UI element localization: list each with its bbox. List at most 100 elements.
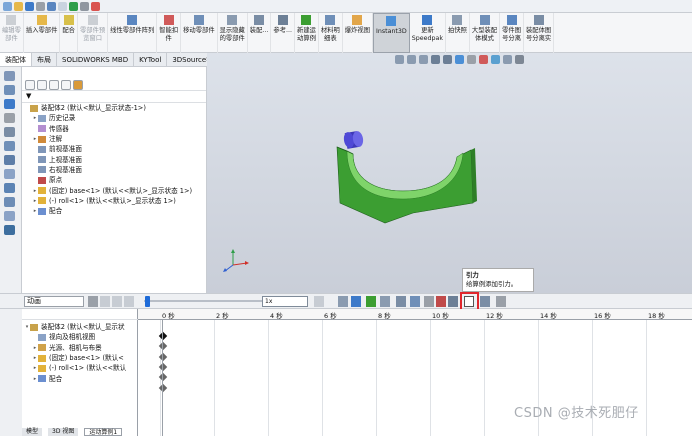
- select-icon[interactable]: [58, 1, 67, 11]
- stop-icon[interactable]: [124, 296, 134, 307]
- bottom-tab-2[interactable]: 运动算例1: [84, 428, 123, 436]
- study-type-select[interactable]: 动画: [24, 296, 84, 307]
- study-properties-icon[interactable]: [496, 296, 506, 307]
- zoom-area-icon[interactable]: [407, 55, 416, 64]
- ribbon-button-11[interactable]: 材料明 细表: [319, 13, 343, 53]
- model-viewport[interactable]: [207, 53, 692, 293]
- play-icon[interactable]: [112, 296, 122, 307]
- ribbon-button-14[interactable]: 更新 Speedpak: [410, 13, 447, 53]
- damper-icon[interactable]: [424, 296, 434, 307]
- results-plots-icon[interactable]: [480, 296, 490, 307]
- view-orientation-icon[interactable]: [443, 55, 452, 64]
- ribbon-button-16[interactable]: 大型装配 体模式: [470, 13, 501, 53]
- ribbon-button-15[interactable]: 拍快照: [446, 13, 470, 53]
- ribbon-button-1[interactable]: 插入零部件: [24, 13, 61, 53]
- bottom-tab-0[interactable]: 模型: [22, 428, 43, 436]
- graphics-area[interactable]: [207, 53, 692, 293]
- print-icon[interactable]: [36, 1, 45, 11]
- feature-filter[interactable]: ▼: [22, 91, 206, 103]
- view-settings-icon[interactable]: [503, 55, 512, 64]
- smart-dimension-icon[interactable]: [4, 71, 15, 81]
- monitor-icon[interactable]: [515, 55, 524, 64]
- motor-icon[interactable]: [396, 296, 406, 307]
- tab-3[interactable]: KYTool: [134, 53, 168, 66]
- ribbon-button-18[interactable]: 装配体图 号分离实: [524, 13, 555, 53]
- motion-icon[interactable]: [4, 197, 15, 207]
- hide-show-icon[interactable]: [467, 55, 476, 64]
- scenes-icon[interactable]: [491, 55, 500, 64]
- ribbon-button-10[interactable]: 新建运 动算例: [295, 13, 319, 53]
- display-manager-tab-icon[interactable]: [73, 80, 83, 90]
- tree-item[interactable]: 视向及相机视图: [22, 332, 137, 342]
- tree-item[interactable]: ▸ 注解: [22, 134, 206, 144]
- tree-item[interactable]: 上视基准面: [22, 154, 206, 164]
- tree-item[interactable]: ▸ 历史记录: [22, 113, 206, 123]
- tab-0[interactable]: 装配体: [0, 53, 32, 66]
- configuration-icon[interactable]: [4, 211, 15, 221]
- playback-mode-icon[interactable]: [314, 296, 324, 307]
- timeline-ruler[interactable]: 0 秒2 秒4 秒6 秒8 秒10 秒12 秒14 秒16 秒18 秒20 秒: [138, 309, 692, 320]
- mate-icon[interactable]: [4, 127, 15, 137]
- ribbon-button-5[interactable]: 智能扣 件: [157, 13, 182, 53]
- tab-1[interactable]: 布局: [32, 53, 57, 66]
- tree-item[interactable]: ▸ 配合: [22, 206, 206, 216]
- ribbon-button-3[interactable]: 零部件预 览窗口: [78, 13, 109, 53]
- ribbon-button-13[interactable]: Instant3D: [372, 13, 410, 53]
- ribbon-button-8[interactable]: 装配...: [248, 13, 272, 53]
- tree-item[interactable]: ▾ 装配体2 (默认<默认_显示状: [22, 322, 137, 332]
- roll-part[interactable]: [343, 130, 365, 149]
- previous-view-icon[interactable]: [419, 55, 428, 64]
- property-manager-tab-icon[interactable]: [37, 80, 47, 90]
- edit-appearance-icon[interactable]: [479, 55, 488, 64]
- tree-item[interactable]: 装配体2 (默认<默认_显示状态-1>): [22, 103, 206, 113]
- tree-item[interactable]: 右视基准面: [22, 165, 206, 175]
- open-icon[interactable]: [14, 1, 23, 11]
- features-icon[interactable]: [4, 99, 15, 109]
- assembly-icon[interactable]: [4, 113, 15, 123]
- help-icon[interactable]: [91, 1, 100, 11]
- undo-icon[interactable]: [47, 1, 56, 11]
- feature-tree-tab-icon[interactable]: [25, 80, 35, 90]
- routing-icon[interactable]: [4, 183, 15, 193]
- force-icon[interactable]: [436, 296, 446, 307]
- ribbon-button-17[interactable]: 零件图 号分离: [500, 13, 524, 53]
- save-animation-icon[interactable]: [338, 296, 348, 307]
- filter-icon[interactable]: ▼: [26, 92, 31, 100]
- playback-speed-select[interactable]: 1x: [262, 296, 308, 307]
- calculate-icon[interactable]: [88, 296, 98, 307]
- section-view-icon[interactable]: [431, 55, 440, 64]
- tree-item[interactable]: ▸ (固定) base<1> (默认<: [22, 353, 137, 363]
- add-key-icon[interactable]: [380, 296, 390, 307]
- playback-slider-thumb[interactable]: [145, 296, 150, 307]
- tab-2[interactable]: SOLIDWORKS MBD: [57, 53, 135, 66]
- ribbon-button-2[interactable]: 配合: [60, 13, 78, 53]
- ribbon-button-4[interactable]: 线性零部件阵列: [108, 13, 158, 53]
- zoom-to-fit-icon[interactable]: [395, 55, 404, 64]
- bottom-tab-1[interactable]: 3D 视图: [48, 428, 79, 436]
- play-from-start-icon[interactable]: [100, 296, 110, 307]
- ribbon-button-7[interactable]: 显示隐藏 的零部件: [218, 13, 248, 53]
- tree-item[interactable]: 传感器: [22, 124, 206, 134]
- playback-slider[interactable]: [144, 300, 262, 302]
- tree-item[interactable]: ▸ (-) roll<1> (默认<<默认>_显示状态 1>): [22, 196, 206, 206]
- rebuild-icon[interactable]: [69, 1, 78, 11]
- tree-item[interactable]: 前视基准面: [22, 144, 206, 154]
- simulation-icon[interactable]: [4, 225, 15, 235]
- spring-icon[interactable]: [410, 296, 420, 307]
- tree-item[interactable]: ▸ 配合: [22, 373, 137, 383]
- ribbon-button-12[interactable]: 爆炸视图: [343, 13, 373, 53]
- dimxpert-tab-icon[interactable]: [61, 80, 71, 90]
- tree-item[interactable]: ▸ (固定) base<1> (默认<<默认>_显示状态 1>): [22, 185, 206, 195]
- save-icon[interactable]: [25, 1, 34, 11]
- reference-geometry-icon[interactable]: [4, 155, 15, 165]
- tree-item[interactable]: 原点: [22, 175, 206, 185]
- ribbon-button-9[interactable]: 参考...: [271, 13, 296, 53]
- ribbon-button-0[interactable]: 编辑零 部件: [0, 13, 24, 53]
- sketch-icon[interactable]: [4, 85, 15, 95]
- base-part-front[interactable]: [336, 146, 474, 224]
- ribbon-button-6[interactable]: 移动零部件: [181, 13, 218, 53]
- display-style-icon[interactable]: [455, 55, 464, 64]
- configuration-manager-tab-icon[interactable]: [49, 80, 59, 90]
- autokey-icon[interactable]: [366, 296, 376, 307]
- evaluate-icon[interactable]: [4, 141, 15, 151]
